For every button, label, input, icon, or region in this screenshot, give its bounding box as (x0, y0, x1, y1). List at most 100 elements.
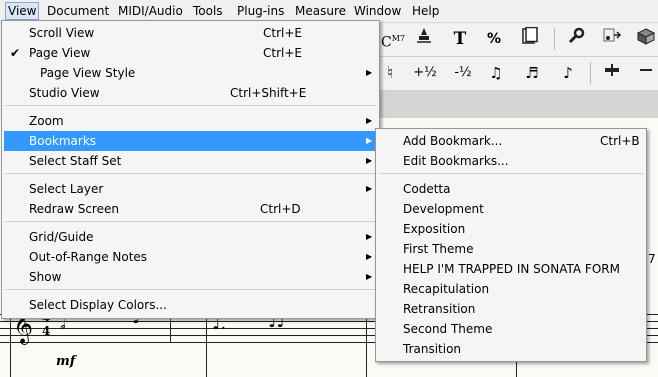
submenu-arrow-icon: ▶ (366, 116, 373, 125)
bar-icon (605, 64, 619, 76)
bookmark-item[interactable]: First Theme (378, 239, 644, 259)
submenu-arrow-icon: ▶ (366, 232, 373, 241)
menu-item-label: Second Theme (403, 322, 493, 336)
menu-item-label: Codetta (403, 182, 451, 196)
menu-separator (5, 221, 376, 222)
bookmark-item[interactable]: Second Theme (378, 319, 644, 339)
flag-button[interactable]: ♪ (556, 61, 580, 85)
checkmark-icon: ✔ (10, 46, 21, 60)
menu-item-page-view[interactable]: ✔ Page View Ctrl+E (4, 43, 377, 63)
bookmark-item[interactable]: HELP I'M TRAPPED IN SONATA FORM (378, 259, 644, 279)
mirror-tool-button[interactable] (600, 27, 624, 51)
toolbar-separator (590, 62, 591, 84)
articulation-tool-button[interactable] (412, 27, 436, 51)
beamed-notes-icon: ♬ (525, 64, 539, 82)
menu-item-label: Retransition (403, 302, 476, 316)
chord-tool-button[interactable]: CM7 (378, 27, 408, 51)
layer-button[interactable] (600, 61, 624, 85)
menu-separator (5, 105, 376, 106)
menu-item-label: Redraw Screen (29, 202, 119, 216)
chord-tool-superscript: M7 (391, 34, 405, 43)
bookmark-item[interactable]: Retransition (378, 299, 644, 319)
menu-item-label: Page View (29, 46, 91, 60)
menu-item-select-display-colors[interactable]: Select Display Colors... (4, 295, 377, 315)
menu-item-label: Zoom (29, 114, 64, 128)
submenu-arrow-icon: ▶ (366, 252, 373, 261)
barline (206, 314, 207, 377)
dash-icon (640, 69, 652, 71)
menu-item-label: Exposition (403, 222, 466, 236)
menu-item-page-view-style[interactable]: Page View Style ▶ (4, 63, 377, 83)
menu-item-label: Edit Bookmarks... (403, 154, 509, 168)
chord-tool-label: C (381, 34, 392, 51)
menu-item-label: Development (403, 202, 484, 216)
menu-item-label: Show (29, 270, 62, 284)
eighth-notes-icon: ♫ (489, 64, 503, 82)
menu-item-zoom[interactable]: Zoom ▶ (4, 111, 377, 131)
menu-item-label: Select Display Colors... (29, 298, 167, 312)
tuplet-button[interactable]: ♬ (520, 61, 544, 85)
submenu-arrow-icon: ▶ (366, 136, 373, 145)
menu-tools[interactable]: Tools (190, 3, 226, 19)
menu-item-studio-view[interactable]: Studio View Ctrl+Shift+E (4, 83, 377, 103)
edge-digit: 7 (648, 252, 656, 266)
menu-item-select-staff-set[interactable]: Select Staff Set ▶ (4, 151, 377, 171)
eighth-note-icon: ♪ (563, 64, 573, 82)
bookmark-item[interactable]: Codetta (378, 179, 644, 199)
menu-item-label: Page View Style (40, 66, 136, 80)
menu-item-label: Recapitulation (403, 282, 490, 296)
menu-item-show[interactable]: Show ▶ (4, 267, 377, 287)
menu-window[interactable]: Window (351, 3, 404, 19)
menu-item-label: Transition (403, 342, 462, 356)
menu-item-add-bookmark[interactable]: Add Bookmark... Ctrl+B (378, 131, 644, 151)
menu-item-select-layer[interactable]: Select Layer ▶ (4, 179, 377, 199)
menu-midi-audio[interactable]: MIDI/Audio (115, 3, 186, 19)
transpose-up-button[interactable]: +½ (410, 61, 440, 85)
menu-document[interactable]: Document (44, 3, 112, 19)
note-arrow-icon (603, 28, 622, 42)
dynamic-marking: mf (56, 354, 76, 369)
menu-view[interactable]: View (5, 2, 40, 20)
shortcut-label: Ctrl+E (263, 46, 302, 60)
menu-item-edit-bookmarks[interactable]: Edit Bookmarks... (378, 151, 644, 171)
utilities-tool-button[interactable] (564, 27, 588, 51)
submenu-arrow-icon: ▶ (366, 184, 373, 193)
bookmark-item[interactable]: Recapitulation (378, 279, 644, 299)
menu-item-label: Bookmarks (29, 134, 97, 148)
text-tool-button[interactable]: T (448, 27, 472, 51)
menu-separator (5, 173, 376, 174)
text-tool-label: T (453, 29, 467, 49)
special-tools-button[interactable] (634, 27, 658, 51)
menu-item-scroll-view[interactable]: Scroll View Ctrl+E (4, 23, 377, 43)
arrow-left-button[interactable] (634, 61, 658, 85)
bookmark-item[interactable]: Exposition (378, 219, 644, 239)
menu-item-redraw-screen[interactable]: Redraw Screen Ctrl+D (4, 199, 377, 219)
system-barline (10, 314, 11, 377)
menu-item-label: Scroll View (29, 26, 95, 40)
time-signature-bottom: 4 (42, 324, 51, 338)
page-layout-tool-button[interactable] (518, 26, 542, 51)
menu-measure[interactable]: Measure (292, 3, 349, 19)
menu-item-out-of-range-notes[interactable]: Out-of-Range Notes ▶ (4, 247, 377, 267)
menu-item-label: HELP I'M TRAPPED IN SONATA FORM (403, 262, 620, 276)
natural-icon: ♮ (387, 63, 393, 82)
natural-button[interactable]: ♮ (378, 61, 402, 85)
menu-item-grid-guide[interactable]: Grid/Guide ▶ (4, 227, 377, 247)
menu-item-label: Select Staff Set (29, 154, 122, 168)
submenu-arrow-icon: ▶ (366, 272, 373, 281)
menu-item-label: Studio View (29, 86, 100, 100)
menu-separator (5, 289, 376, 290)
wrench-icon (568, 27, 585, 44)
duration-button[interactable]: ♫ (484, 61, 508, 85)
menu-plug-ins[interactable]: Plug-ins (234, 3, 287, 19)
menu-item-label: Out-of-Range Notes (29, 250, 148, 264)
bookmark-item[interactable]: Development (378, 199, 644, 219)
expression-tool-button[interactable]: % (482, 27, 506, 51)
transpose-down-button[interactable]: -½ (448, 61, 478, 85)
menu-item-label: First Theme (403, 242, 474, 256)
menu-separator (379, 173, 643, 174)
bookmark-item[interactable]: Transition (378, 339, 644, 359)
menu-help[interactable]: Help (409, 3, 442, 19)
minus-half-label: -½ (454, 65, 472, 80)
menu-item-bookmarks[interactable]: Bookmarks ▶ (4, 131, 377, 151)
